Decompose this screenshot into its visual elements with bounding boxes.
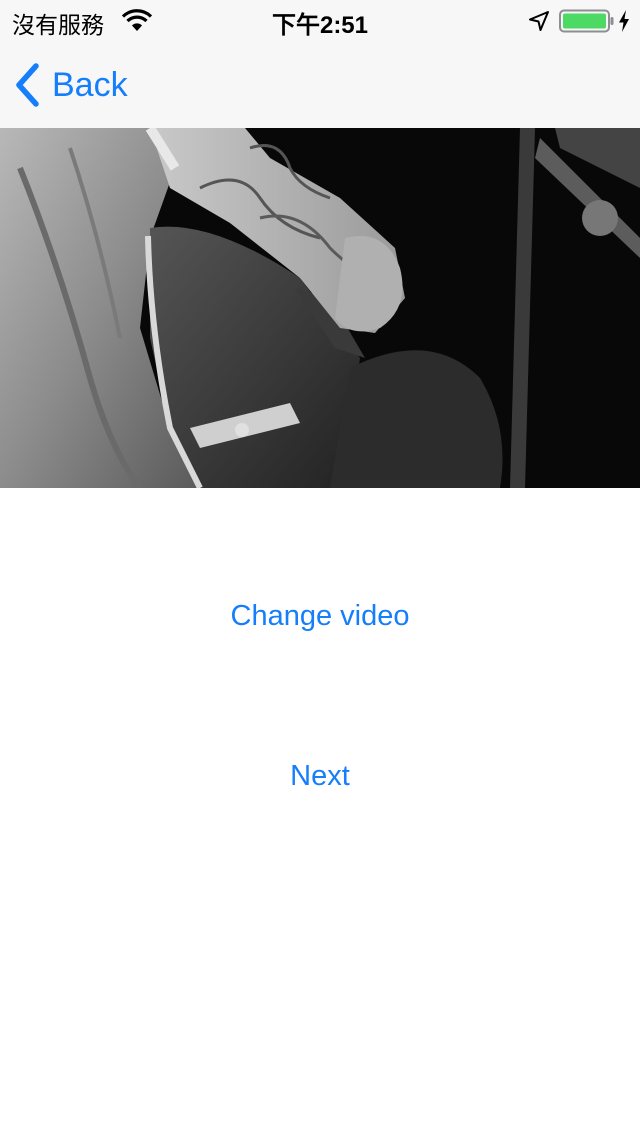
battery-icon <box>559 9 614 33</box>
change-video-button[interactable]: Change video <box>0 600 640 633</box>
video-player[interactable] <box>0 128 640 488</box>
navigation-bar: Back <box>0 40 640 128</box>
next-button[interactable]: Next <box>0 760 640 793</box>
location-arrow-icon <box>529 11 549 31</box>
top-bar: 沒有服務 下午2:51 Back <box>0 0 640 128</box>
screen: 沒有服務 下午2:51 Back Change video Next <box>0 0 640 1136</box>
video-frame <box>0 128 640 488</box>
back-label: Back <box>52 65 128 104</box>
charging-bolt-icon <box>619 10 629 32</box>
back-button[interactable]: Back <box>12 62 128 108</box>
status-bar: 沒有服務 下午2:51 <box>0 0 640 40</box>
chevron-left-icon <box>16 63 39 107</box>
